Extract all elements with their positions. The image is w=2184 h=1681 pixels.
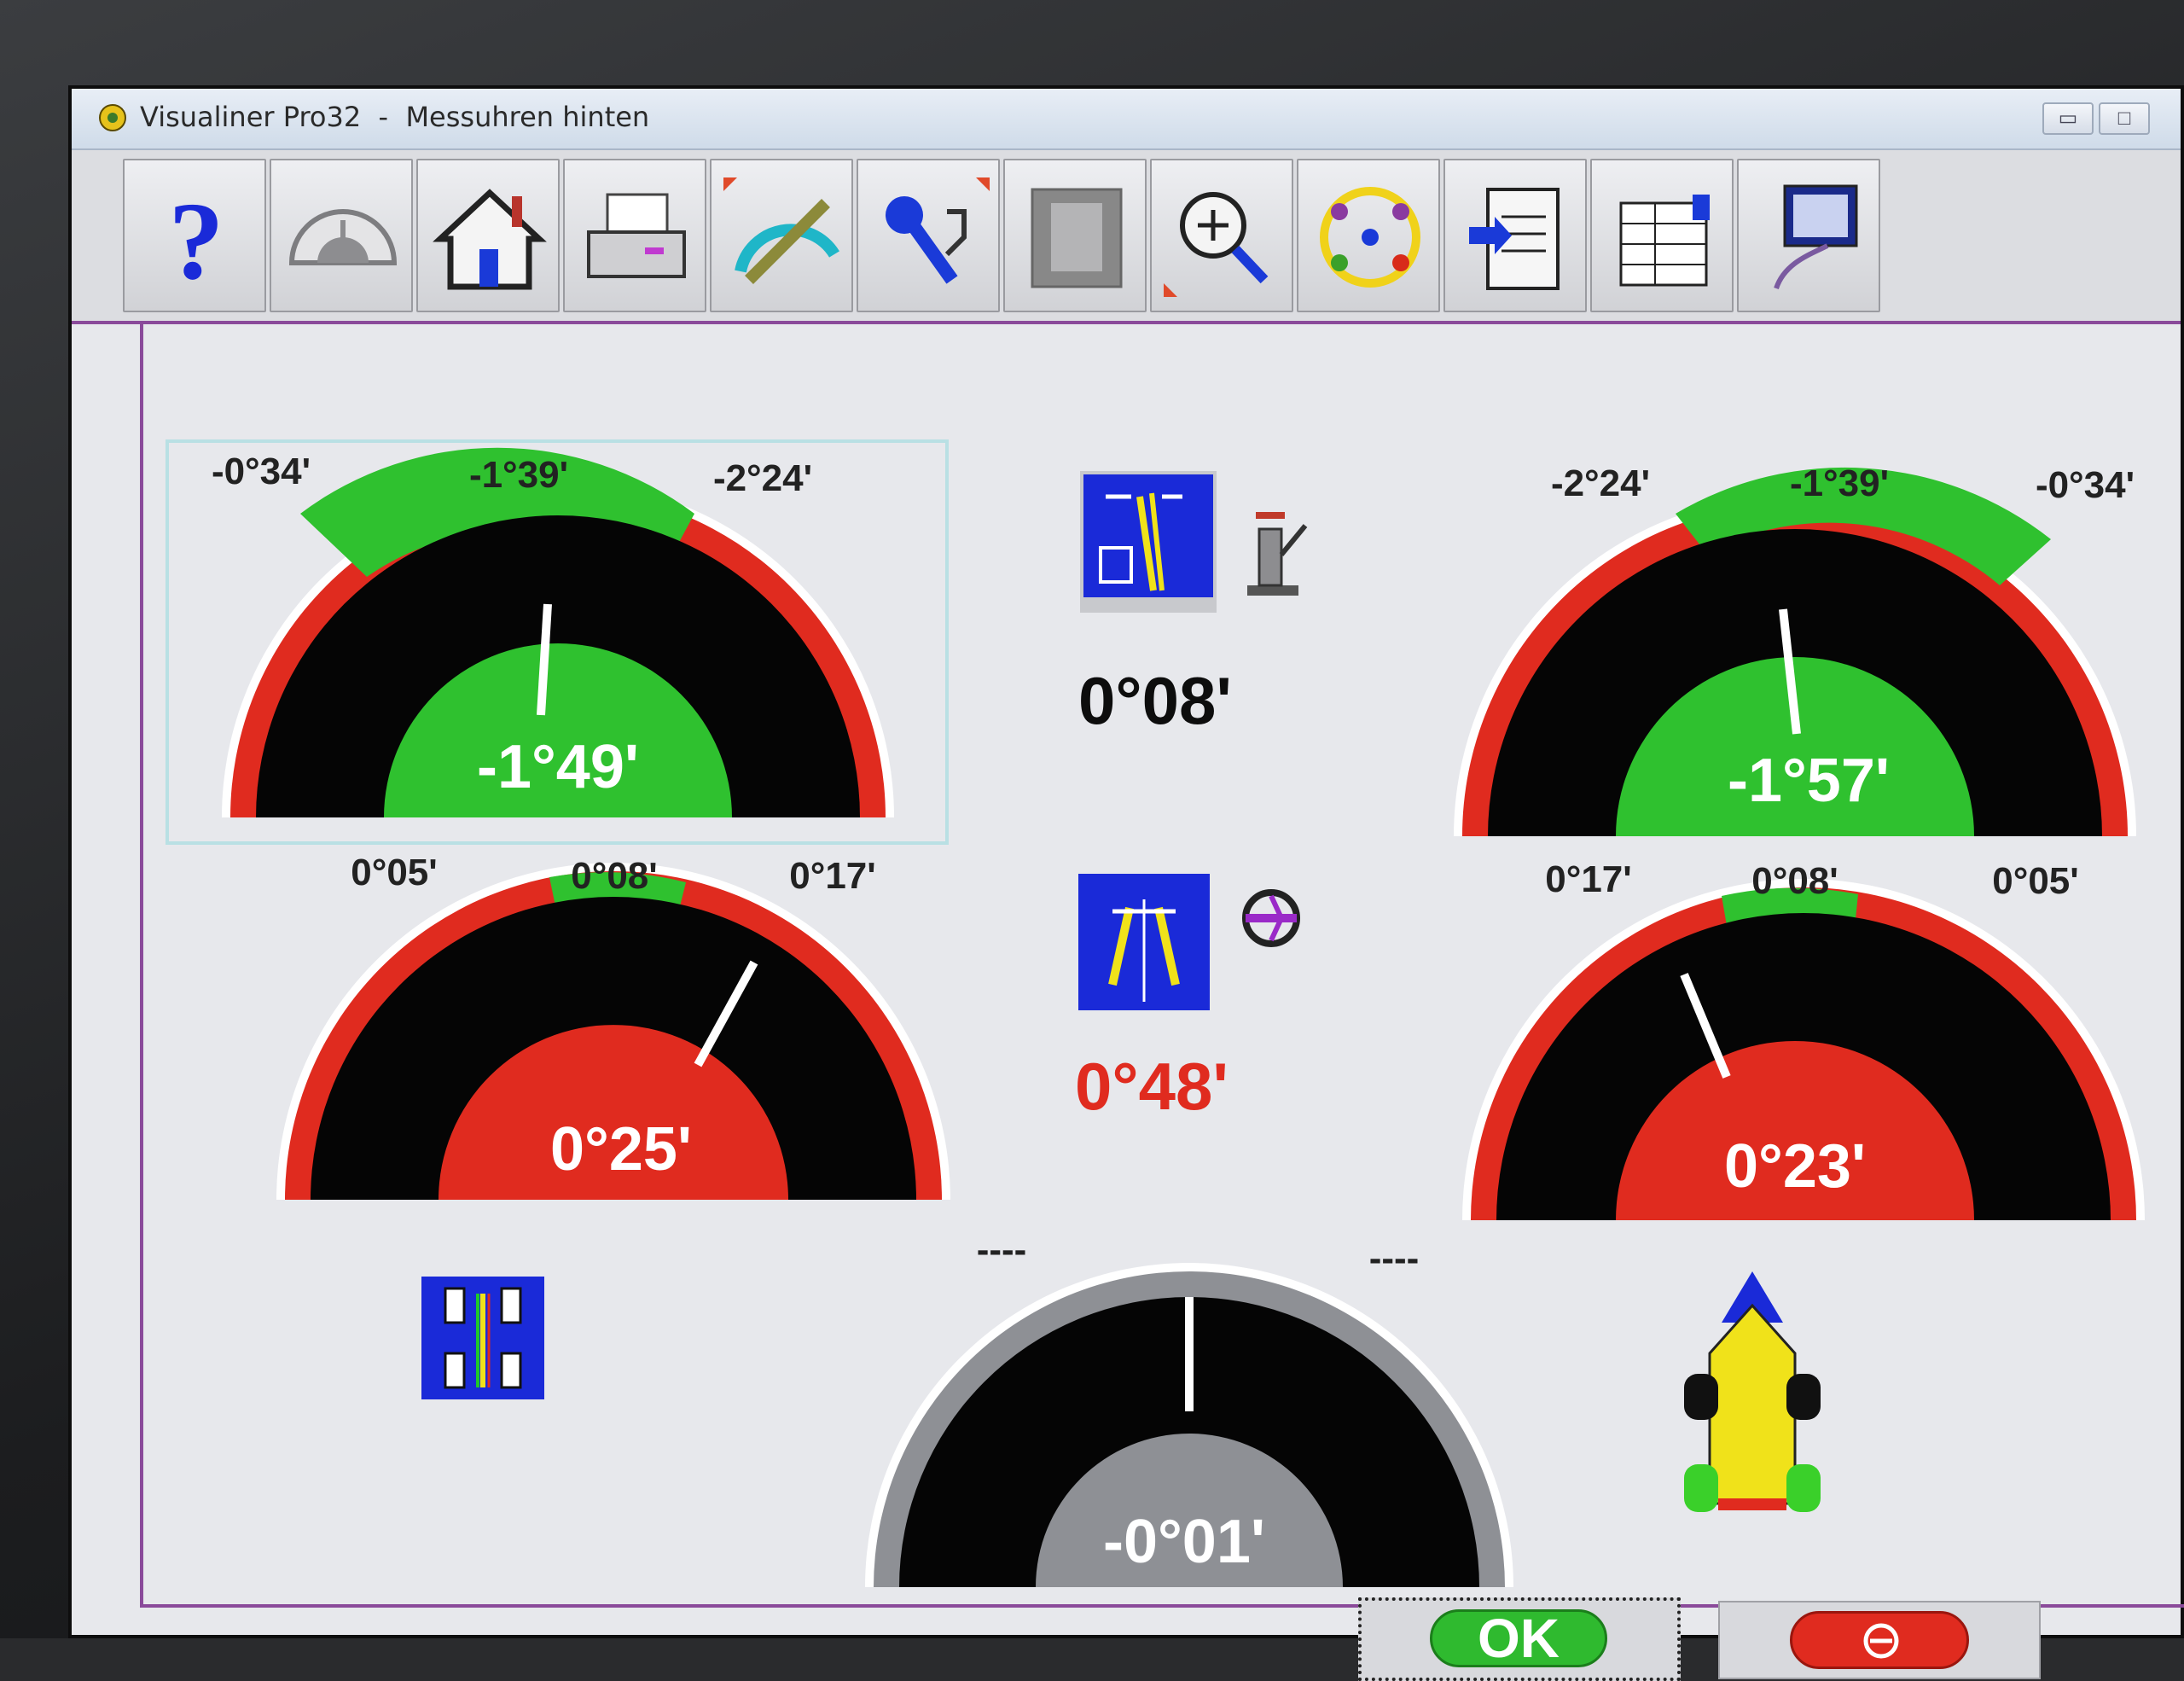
sequence-button[interactable] — [1297, 159, 1440, 312]
adjust-nut-icon — [1242, 889, 1300, 947]
print-button[interactable] — [563, 159, 706, 312]
camber-left-value: -1°49' — [476, 733, 640, 801]
thrust-angle-icon[interactable] — [421, 1277, 544, 1399]
gauge-camber-right[interactable]: -2°24' -1°39' -0°34' -1°57' — [1403, 452, 2170, 853]
report-printout-icon — [1774, 184, 1858, 290]
speedometer-button[interactable] — [270, 159, 413, 312]
window-title: Visualiner Pro32 - Messuhren hinten — [140, 101, 650, 133]
maximize-button[interactable]: □ — [2099, 102, 2150, 135]
print-report-button[interactable] — [1737, 159, 1880, 312]
camber-diff-icon[interactable] — [1080, 471, 1217, 613]
printer-icon — [587, 193, 686, 278]
camber-left-max-label: -2°24' — [712, 457, 813, 499]
toe-right-value: 0°23' — [1723, 1132, 1867, 1201]
svg-text:?: ? — [169, 180, 224, 297]
toe-right-target-label: 0°08' — [1751, 860, 1838, 902]
title-bar: Visualiner Pro32 - Messuhren hinten ▭ □ — [72, 89, 2181, 150]
no-entry-icon — [1863, 1623, 1899, 1659]
measure-button[interactable] — [710, 159, 853, 312]
magnifier-plus-icon — [1164, 192, 1269, 297]
minimize-button[interactable]: ▭ — [2042, 102, 2094, 135]
procedure-chain-icon — [1320, 187, 1420, 288]
total-toe-icon[interactable] — [1078, 874, 1210, 1010]
thrust-value: -0°01' — [1102, 1508, 1266, 1576]
ok-button-frame: OK — [1358, 1597, 1681, 1681]
gauge-camber-left[interactable]: -0°34' -1°39' -2°24' -1°49' — [191, 442, 925, 835]
wrench-icon — [886, 177, 990, 284]
app-window: Visualiner Pro32 - Messuhren hinten ▭ □ … — [68, 85, 2184, 1681]
speedometer-icon — [288, 209, 398, 265]
toolbar: ? — [72, 150, 2181, 324]
home-button[interactable] — [416, 159, 560, 312]
toe-left-max-label: 0°17' — [789, 855, 876, 897]
camber-left-target-label: -1°39' — [468, 454, 569, 496]
camber-right-min-label: -2°24' — [1550, 462, 1651, 504]
camber-right-target-label: -1°39' — [1789, 462, 1890, 504]
vehicle-direction-icon — [1684, 1271, 1821, 1512]
protractor-ruler-icon — [723, 177, 839, 284]
toe-left-target-label: 0°08' — [571, 855, 658, 897]
camber-left-min-label: -0°34' — [211, 451, 311, 492]
jack-icon — [1247, 512, 1308, 596]
gauge-toe-left[interactable]: 0°05' 0°08' 0°17' 0°25' — [208, 841, 976, 1217]
toe-left-value: 0°25' — [549, 1115, 693, 1184]
datasheet-button[interactable] — [1590, 159, 1734, 312]
cancel-button-frame — [1718, 1601, 2041, 1679]
app-logo-icon — [99, 104, 126, 131]
thrust-max-label: ---- — [1368, 1237, 1420, 1279]
clipboard-button[interactable] — [1443, 159, 1587, 312]
zoom-button[interactable] — [1150, 159, 1293, 312]
question-mark-icon: ? — [169, 180, 224, 297]
cancel-button[interactable] — [1790, 1611, 1969, 1669]
spreadsheet-hand-icon — [1619, 195, 1710, 287]
gauge-toe-right[interactable]: 0°17' 0°08' 0°05' 0°23' — [1437, 858, 2170, 1237]
thrust-min-label: ---- — [976, 1229, 1027, 1271]
film-strip-icon — [1031, 188, 1123, 288]
camber-right-max-label: -0°34' — [2035, 464, 2135, 506]
total-toe-value: 0°48' — [1075, 1049, 1228, 1124]
clipboard-arrow-icon — [1469, 188, 1560, 290]
camber-diff-value: 0°08' — [1078, 663, 1232, 738]
gauge-area: -0°34' -1°39' -2°24' -1°49' -2°24' -1°39… — [72, 324, 2184, 1681]
adjust-button[interactable] — [857, 159, 1000, 312]
home-icon — [433, 189, 547, 290]
toe-right-max-label: 0°05' — [1992, 860, 2079, 902]
film-button[interactable] — [1003, 159, 1147, 312]
camber-right-value: -1°57' — [1727, 747, 1891, 815]
help-button[interactable]: ? — [123, 159, 266, 312]
ok-button[interactable]: OK — [1430, 1609, 1607, 1667]
toe-left-min-label: 0°05' — [351, 852, 438, 893]
left-divider — [140, 324, 143, 1604]
gauge-thrust-angle[interactable]: ---- ---- -0°01' — [805, 1229, 1573, 1604]
toe-right-min-label: 0°17' — [1545, 858, 1632, 900]
